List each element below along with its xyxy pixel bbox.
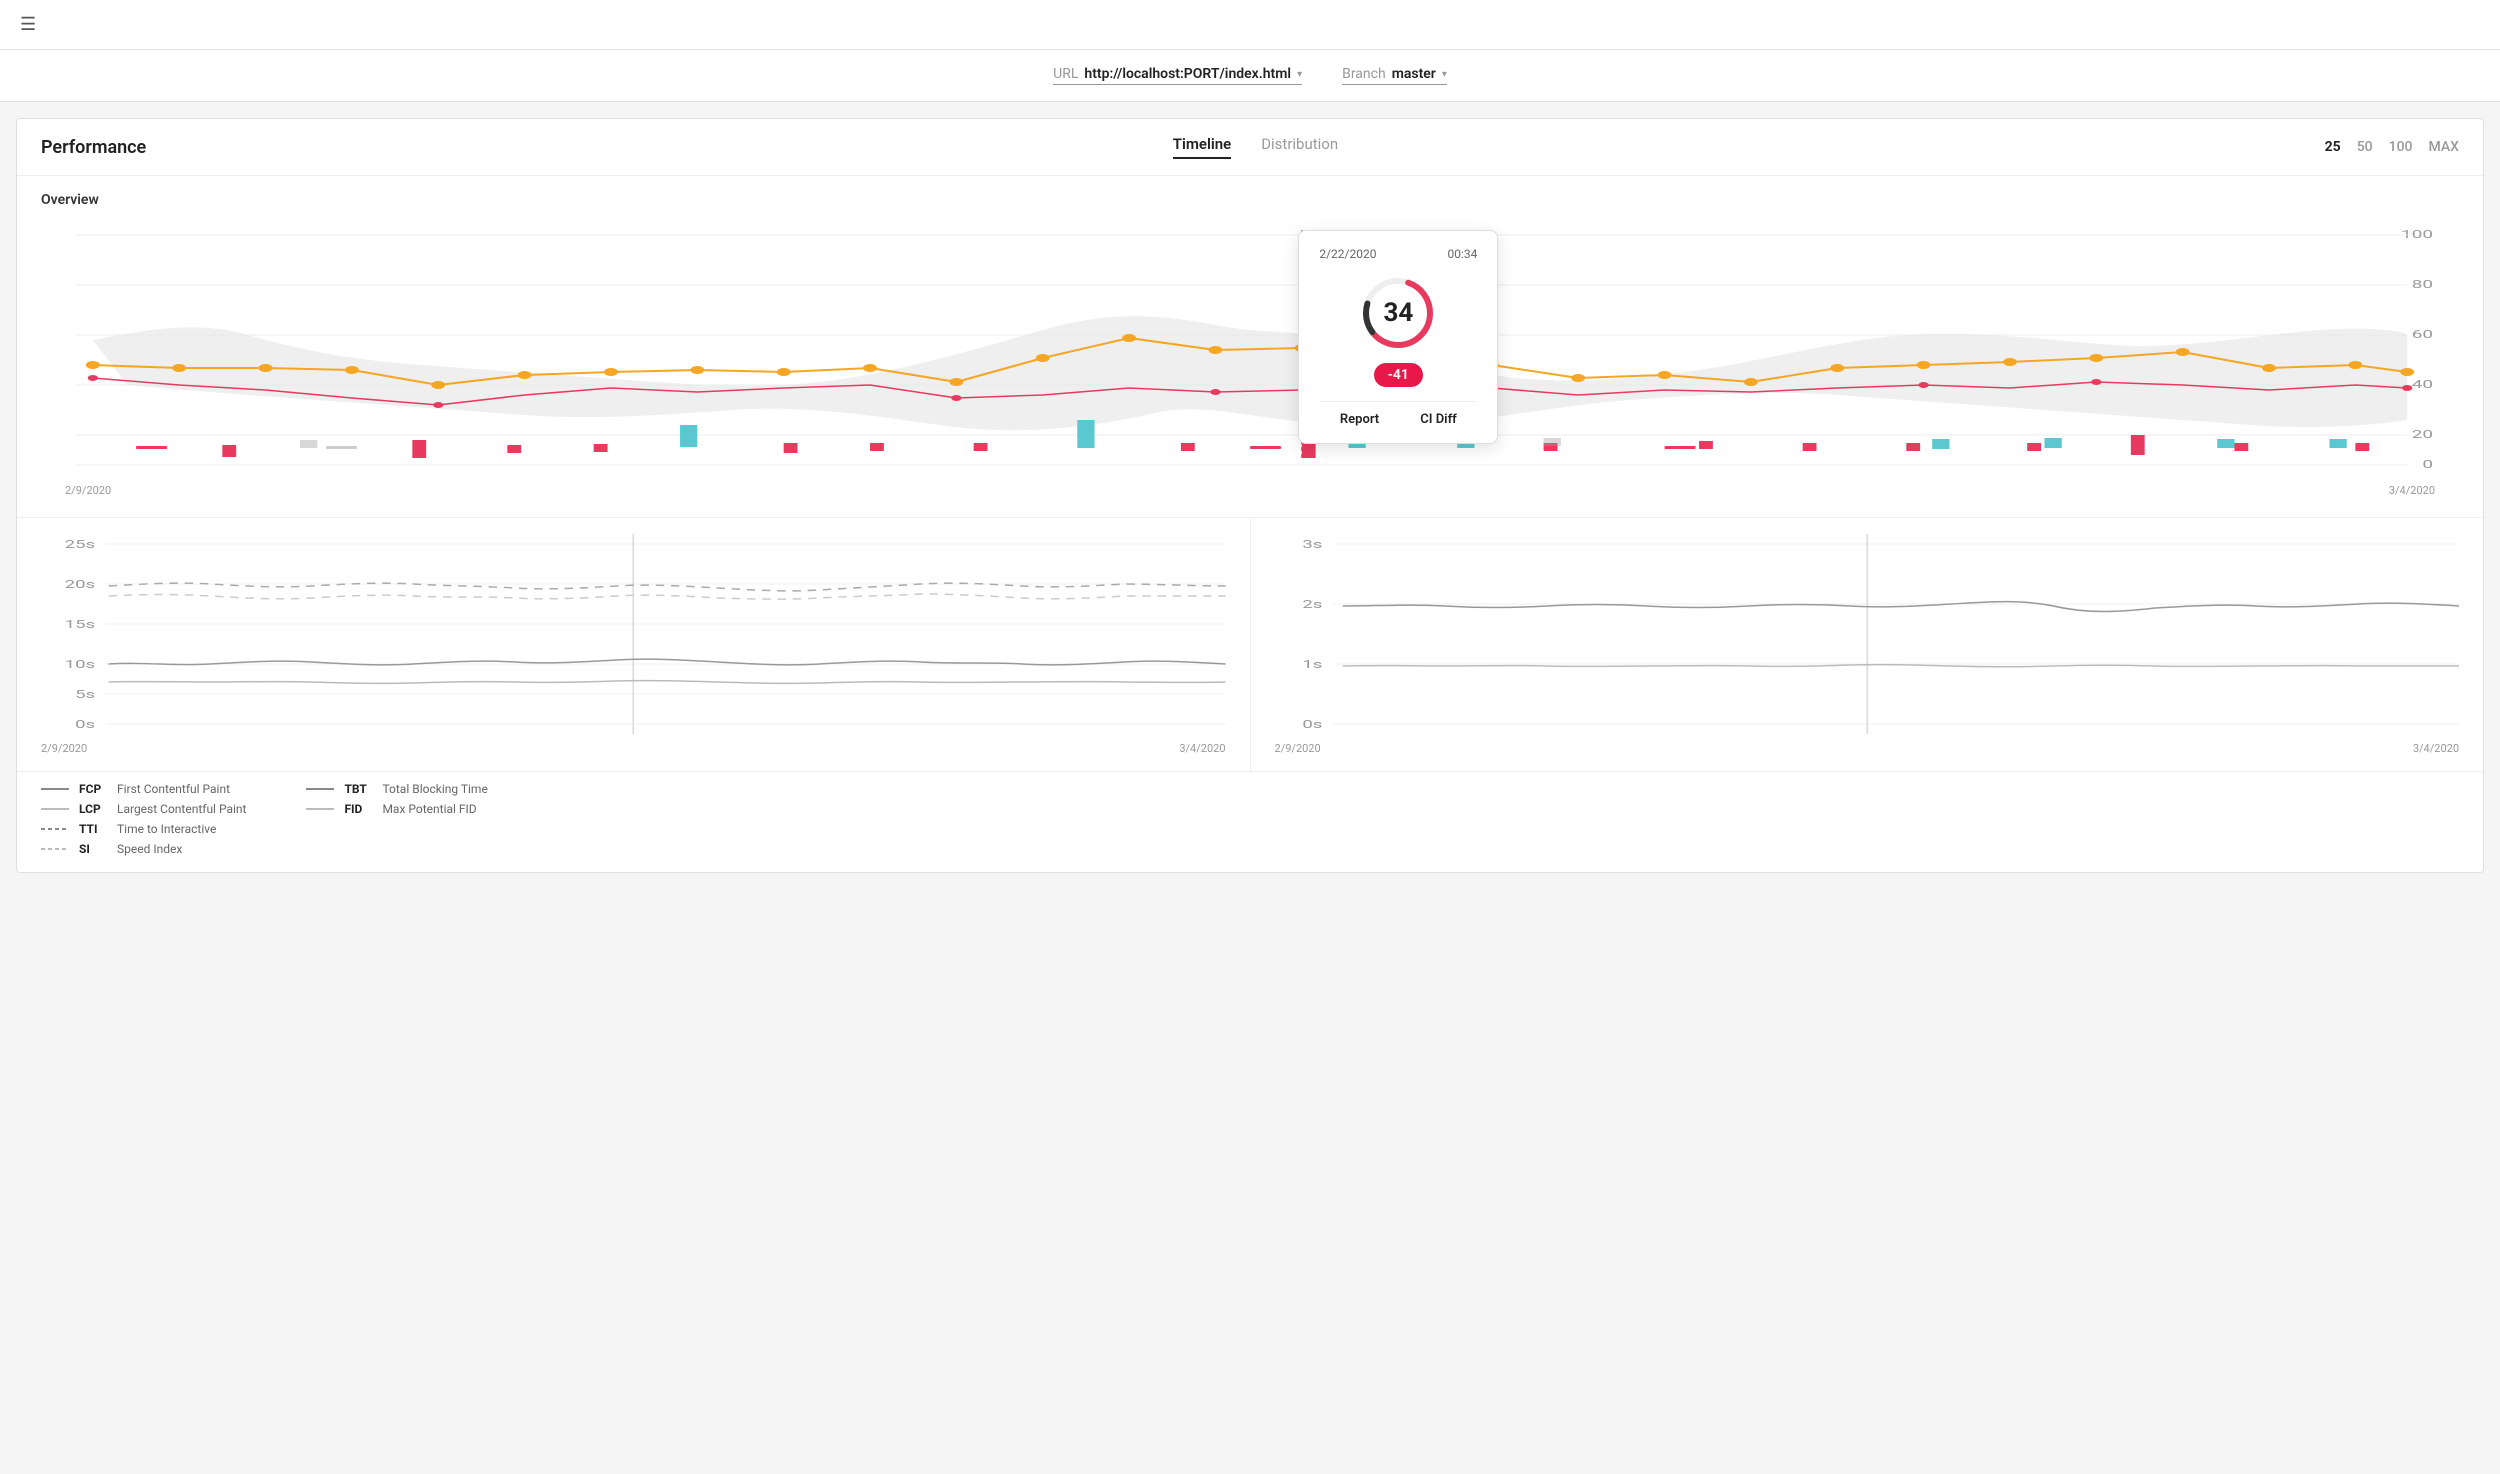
report-button[interactable]: Report <box>1340 412 1379 427</box>
tbt-abbr: TBT <box>344 782 372 796</box>
fcp-desc: First Contentful Paint <box>117 782 230 796</box>
fid-line-icon <box>306 804 334 814</box>
bottom-right-chart: 3s 2s 1s 0s 2/9/2020 3/4/2020 <box>1250 518 2484 771</box>
url-chevron-icon: ▾ <box>1297 69 1302 80</box>
top-bar: ☰ <box>0 0 2500 50</box>
bottom-left-svg: 25s 20s 15s 10s 5s 0s <box>41 534 1226 734</box>
main-panel: Performance Timeline Distribution 25 50 … <box>16 118 2484 873</box>
si-line-icon <box>41 844 69 854</box>
br-x-start: 2/9/2020 <box>1275 742 1321 755</box>
x-start-label: 2/9/2020 <box>65 484 111 497</box>
panel-header: Performance Timeline Distribution 25 50 … <box>17 119 2483 176</box>
svg-text:20s: 20s <box>65 578 96 591</box>
svg-text:20: 20 <box>2412 428 2433 441</box>
tooltip-date: 2/22/2020 <box>1319 247 1376 261</box>
tbt-line-icon <box>306 784 334 794</box>
branch-label: Branch <box>1342 66 1386 82</box>
svg-text:0s: 0s <box>1302 718 1322 731</box>
branch-value: master <box>1392 66 1436 82</box>
panel-title: Performance <box>41 137 146 158</box>
url-label: URL <box>1053 66 1078 82</box>
tti-abbr: TTI <box>79 822 107 836</box>
delta-badge: -41 <box>1374 363 1423 387</box>
svg-text:10s: 10s <box>65 658 96 671</box>
tooltip-box: 2/22/2020 00:34 34 -41 Report CI Di <box>1298 230 1498 444</box>
svg-text:0s: 0s <box>75 718 95 731</box>
main-chart-container: 100 80 60 40 20 0 <box>41 220 2459 480</box>
bottom-right-x-labels: 2/9/2020 3/4/2020 <box>1275 742 2460 755</box>
lcp-desc: Largest Contentful Paint <box>117 802 246 816</box>
fcp-line-icon <box>41 784 69 794</box>
count-50[interactable]: 50 <box>2357 139 2373 155</box>
ci-diff-button[interactable]: CI Diff <box>1420 412 1457 427</box>
url-selector[interactable]: URL http://localhost:PORT/index.html ▾ <box>1053 66 1302 85</box>
legend-tbt: TBT Total Blocking Time <box>306 782 487 796</box>
tooltip-header: 2/22/2020 00:34 <box>1319 247 1477 261</box>
svg-text:100: 100 <box>2401 228 2433 241</box>
tti-line-icon <box>41 824 69 834</box>
svg-text:1s: 1s <box>1302 658 1322 671</box>
overview-section: Overview 100 80 60 40 20 0 <box>17 176 2483 517</box>
bottom-left-x-labels: 2/9/2020 3/4/2020 <box>41 742 1226 755</box>
url-bar: URL http://localhost:PORT/index.html ▾ B… <box>0 50 2500 102</box>
overview-title: Overview <box>41 192 2459 208</box>
si-desc: Speed Index <box>117 842 182 856</box>
right-legend-col: TBT Total Blocking Time FID Max Potentia… <box>306 782 487 856</box>
menu-icon[interactable]: ☰ <box>20 14 36 35</box>
fcp-abbr: FCP <box>79 782 107 796</box>
legend-fid: FID Max Potential FID <box>306 802 487 816</box>
tooltip-score: 34 <box>1383 298 1413 328</box>
bl-x-end: 3/4/2020 <box>1179 742 1225 755</box>
url-value: http://localhost:PORT/index.html <box>1084 66 1291 82</box>
left-legend-col: FCP First Contentful Paint LCP Largest C… <box>41 782 246 856</box>
tooltip-delta: -41 <box>1319 363 1477 387</box>
svg-text:80: 80 <box>2412 278 2433 291</box>
lcp-abbr: LCP <box>79 802 107 816</box>
bottom-left-chart: 25s 20s 15s 10s 5s 0s <box>17 518 1250 771</box>
svg-text:5s: 5s <box>75 688 95 701</box>
y-25s: 25s <box>65 538 96 551</box>
legend-si: SI Speed Index <box>41 842 246 856</box>
br-x-end: 3/4/2020 <box>2413 742 2459 755</box>
x-end-label: 3/4/2020 <box>2389 484 2435 497</box>
legend-section: FCP First Contentful Paint LCP Largest C… <box>17 771 2483 872</box>
tooltip-circle-wrap: 34 <box>1319 273 1477 353</box>
svg-text:2s: 2s <box>1302 598 1322 611</box>
bl-x-start: 2/9/2020 <box>41 742 87 755</box>
count-max[interactable]: MAX <box>2429 139 2460 155</box>
svg-text:0: 0 <box>2422 458 2433 471</box>
tbt-desc: Total Blocking Time <box>382 782 487 796</box>
fid-desc: Max Potential FID <box>382 802 476 816</box>
lcp-line-icon <box>41 804 69 814</box>
svg-text:60: 60 <box>2412 328 2433 341</box>
legend-fcp: FCP First Contentful Paint <box>41 782 246 796</box>
bottom-right-svg: 3s 2s 1s 0s <box>1275 534 2460 734</box>
bottom-charts: 25s 20s 15s 10s 5s 0s <box>17 517 2483 771</box>
tabs-container: Timeline Distribution <box>186 135 2324 159</box>
svg-text:15s: 15s <box>65 618 96 631</box>
count-buttons: 25 50 100 MAX <box>2325 139 2459 155</box>
branch-selector[interactable]: Branch master ▾ <box>1342 66 1447 85</box>
count-25[interactable]: 25 <box>2325 139 2341 155</box>
tab-timeline[interactable]: Timeline <box>1173 135 1231 159</box>
svg-text:3s: 3s <box>1302 538 1322 551</box>
legend-tti: TTI Time to Interactive <box>41 822 246 836</box>
count-100[interactable]: 100 <box>2389 139 2413 155</box>
branch-chevron-icon: ▾ <box>1442 69 1447 80</box>
legend-lcp: LCP Largest Contentful Paint <box>41 802 246 816</box>
tab-distribution[interactable]: Distribution <box>1261 135 1338 159</box>
svg-text:40: 40 <box>2412 378 2433 391</box>
tooltip-actions: Report CI Diff <box>1319 401 1477 427</box>
si-abbr: SI <box>79 842 107 856</box>
fid-abbr: FID <box>344 802 372 816</box>
main-chart-svg: 100 80 60 40 20 0 <box>41 220 2459 480</box>
tooltip-time: 00:34 <box>1447 247 1477 261</box>
x-axis-labels: 2/9/2020 3/4/2020 <box>41 480 2459 501</box>
tti-desc: Time to Interactive <box>117 822 216 836</box>
